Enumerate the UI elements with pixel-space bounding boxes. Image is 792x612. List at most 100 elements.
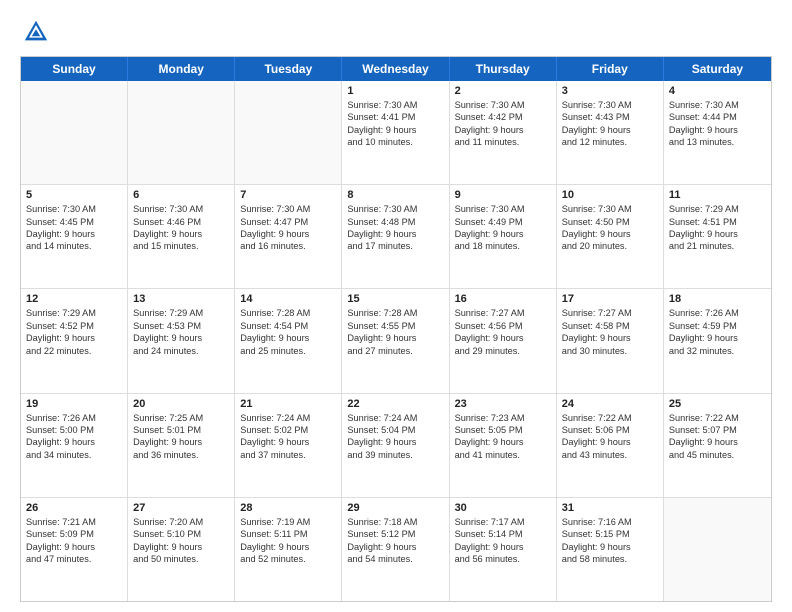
cell-line: Sunset: 4:50 PM	[562, 216, 658, 228]
cal-cell: 12Sunrise: 7:29 AMSunset: 4:52 PMDayligh…	[21, 289, 128, 392]
cell-line: Daylight: 9 hours	[669, 436, 766, 448]
cell-line: Sunrise: 7:21 AM	[26, 516, 122, 528]
cal-cell: 28Sunrise: 7:19 AMSunset: 5:11 PMDayligh…	[235, 498, 342, 601]
cell-line: Daylight: 9 hours	[455, 436, 551, 448]
cell-line: Sunset: 4:47 PM	[240, 216, 336, 228]
cell-line: Daylight: 9 hours	[455, 228, 551, 240]
day-number: 1	[347, 85, 443, 97]
cell-line: and 12 minutes.	[562, 136, 658, 148]
cell-line: Sunset: 5:00 PM	[26, 424, 122, 436]
cell-line: and 16 minutes.	[240, 240, 336, 252]
cal-header-sunday: Sunday	[21, 57, 128, 81]
cell-line: Sunrise: 7:30 AM	[562, 99, 658, 111]
cal-row-3: 19Sunrise: 7:26 AMSunset: 5:00 PMDayligh…	[21, 393, 771, 497]
cell-line: Sunset: 4:46 PM	[133, 216, 229, 228]
cell-line: Sunrise: 7:22 AM	[669, 412, 766, 424]
cell-line: Sunset: 5:09 PM	[26, 528, 122, 540]
cell-line: Daylight: 9 hours	[669, 228, 766, 240]
cell-line: Sunset: 4:53 PM	[133, 320, 229, 332]
cell-line: and 14 minutes.	[26, 240, 122, 252]
cell-line: and 21 minutes.	[669, 240, 766, 252]
cell-line: and 32 minutes.	[669, 345, 766, 357]
calendar-body: 1Sunrise: 7:30 AMSunset: 4:41 PMDaylight…	[21, 81, 771, 601]
cell-line: and 10 minutes.	[347, 136, 443, 148]
cell-line: Sunset: 5:01 PM	[133, 424, 229, 436]
cell-line: Sunrise: 7:27 AM	[455, 307, 551, 319]
cal-header-tuesday: Tuesday	[235, 57, 342, 81]
cell-line: Daylight: 9 hours	[562, 228, 658, 240]
cell-line: Daylight: 9 hours	[562, 436, 658, 448]
day-number: 18	[669, 293, 766, 305]
day-number: 31	[562, 502, 658, 514]
cell-line: and 30 minutes.	[562, 345, 658, 357]
cal-cell: 22Sunrise: 7:24 AMSunset: 5:04 PMDayligh…	[342, 394, 449, 497]
header	[20, 18, 772, 46]
cal-cell: 10Sunrise: 7:30 AMSunset: 4:50 PMDayligh…	[557, 185, 664, 288]
cell-line: and 56 minutes.	[455, 553, 551, 565]
cell-line: Daylight: 9 hours	[455, 124, 551, 136]
cal-cell: 23Sunrise: 7:23 AMSunset: 5:05 PMDayligh…	[450, 394, 557, 497]
cell-line: Daylight: 9 hours	[240, 228, 336, 240]
day-number: 7	[240, 189, 336, 201]
cell-line: Daylight: 9 hours	[347, 228, 443, 240]
cal-cell: 16Sunrise: 7:27 AMSunset: 4:56 PMDayligh…	[450, 289, 557, 392]
cell-line: Sunrise: 7:29 AM	[133, 307, 229, 319]
logo	[20, 18, 50, 46]
cell-line: Daylight: 9 hours	[133, 228, 229, 240]
day-number: 21	[240, 398, 336, 410]
cell-line: Sunrise: 7:30 AM	[455, 203, 551, 215]
day-number: 22	[347, 398, 443, 410]
cell-line: and 24 minutes.	[133, 345, 229, 357]
cal-cell: 11Sunrise: 7:29 AMSunset: 4:51 PMDayligh…	[664, 185, 771, 288]
day-number: 28	[240, 502, 336, 514]
day-number: 24	[562, 398, 658, 410]
cal-cell: 7 Sunrise: 7:30 AMSunset: 4:47 PMDaylight…	[235, 185, 342, 288]
cell-line: and 22 minutes.	[26, 345, 122, 357]
cell-line: and 18 minutes.	[455, 240, 551, 252]
cell-line: Daylight: 9 hours	[26, 541, 122, 553]
cal-cell	[128, 81, 235, 184]
cell-line: and 11 minutes.	[455, 136, 551, 148]
cell-line: Sunrise: 7:16 AM	[562, 516, 658, 528]
cal-row-2: 12Sunrise: 7:29 AMSunset: 4:52 PMDayligh…	[21, 288, 771, 392]
cell-line: Sunrise: 7:24 AM	[347, 412, 443, 424]
cell-line: Daylight: 9 hours	[133, 436, 229, 448]
cell-line: Daylight: 9 hours	[240, 541, 336, 553]
day-number: 30	[455, 502, 551, 514]
cal-cell: 6Sunrise: 7:30 AMSunset: 4:46 PMDaylight…	[128, 185, 235, 288]
cell-line: Sunset: 5:06 PM	[562, 424, 658, 436]
cell-line: Sunset: 5:02 PM	[240, 424, 336, 436]
cell-line: and 58 minutes.	[562, 553, 658, 565]
cell-line: Sunrise: 7:30 AM	[240, 203, 336, 215]
cell-line: Sunrise: 7:20 AM	[133, 516, 229, 528]
cell-line: Sunset: 4:49 PM	[455, 216, 551, 228]
cell-line: and 47 minutes.	[26, 553, 122, 565]
cal-cell: 8Sunrise: 7:30 AMSunset: 4:48 PMDaylight…	[342, 185, 449, 288]
cal-row-4: 26Sunrise: 7:21 AMSunset: 5:09 PMDayligh…	[21, 497, 771, 601]
cell-line: Sunset: 5:07 PM	[669, 424, 766, 436]
cell-line: Sunrise: 7:30 AM	[133, 203, 229, 215]
cell-line: Sunrise: 7:28 AM	[240, 307, 336, 319]
day-number: 16	[455, 293, 551, 305]
cell-line: Sunset: 4:51 PM	[669, 216, 766, 228]
cell-line: and 43 minutes.	[562, 449, 658, 461]
cell-line: Sunrise: 7:22 AM	[562, 412, 658, 424]
cal-cell: 5Sunrise: 7:30 AMSunset: 4:45 PMDaylight…	[21, 185, 128, 288]
cell-line: and 34 minutes.	[26, 449, 122, 461]
day-number: 8	[347, 189, 443, 201]
day-number: 3	[562, 85, 658, 97]
cell-line: and 50 minutes.	[133, 553, 229, 565]
cell-line: Sunset: 4:56 PM	[455, 320, 551, 332]
day-number: 13	[133, 293, 229, 305]
cell-line: and 37 minutes.	[240, 449, 336, 461]
cell-line: Sunset: 5:04 PM	[347, 424, 443, 436]
cell-line: Sunrise: 7:24 AM	[240, 412, 336, 424]
cell-line: Sunset: 4:48 PM	[347, 216, 443, 228]
cell-line: Sunset: 5:11 PM	[240, 528, 336, 540]
cal-cell: 9Sunrise: 7:30 AMSunset: 4:49 PMDaylight…	[450, 185, 557, 288]
cell-line: Daylight: 9 hours	[133, 541, 229, 553]
day-number: 29	[347, 502, 443, 514]
cell-line: Sunset: 5:10 PM	[133, 528, 229, 540]
cal-cell: 17Sunrise: 7:27 AMSunset: 4:58 PMDayligh…	[557, 289, 664, 392]
cell-line: Daylight: 9 hours	[26, 436, 122, 448]
